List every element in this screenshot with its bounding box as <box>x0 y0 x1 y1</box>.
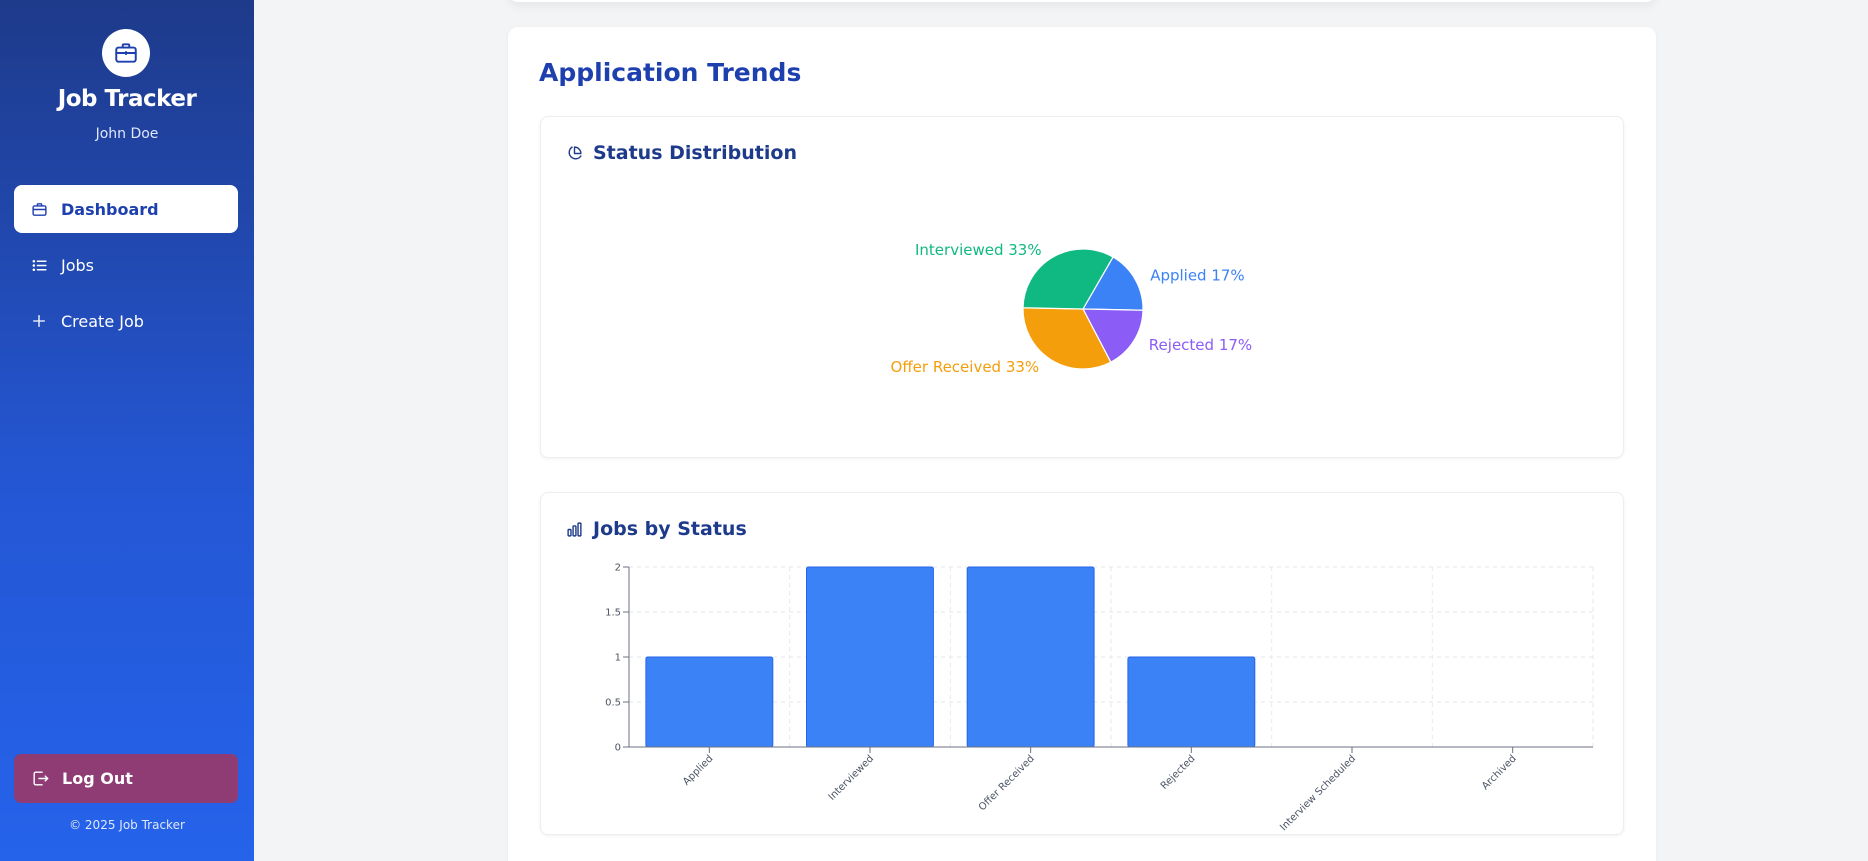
app-title: Job Tracker <box>57 86 197 112</box>
status-distribution-card: Status Distribution Applied 17% Rejected … <box>540 116 1624 458</box>
pie-chart: Applied 17% Rejected 17% Offer Received 33… <box>891 241 1253 376</box>
x-tick-label: Interview Scheduled <box>1278 753 1358 833</box>
bar-offer-received <box>966 566 1095 748</box>
nav-item-dashboard[interactable]: Dashboard <box>14 185 238 233</box>
sidebar: Job Tracker John Doe Dashboard Jobs Crea… <box>0 0 254 861</box>
nav-label: Dashboard <box>61 199 159 219</box>
user-name: John Doe <box>95 126 159 142</box>
copyright: © 2025 Job Tracker <box>69 818 185 832</box>
bar-interviewed <box>806 566 934 748</box>
previous-card-edge <box>508 0 1656 2</box>
pie-label: Rejected 17% <box>1149 336 1252 354</box>
pie-label: Applied 17% <box>1150 267 1245 285</box>
section-title: Application Trends <box>539 58 802 87</box>
bar-applied <box>645 656 774 748</box>
logout-label: Log Out <box>62 769 133 788</box>
y-tick-label: 0.5 <box>605 698 621 709</box>
pie-label: Interviewed 33% <box>915 241 1042 259</box>
x-tick-label: Archived <box>1480 753 1519 792</box>
y-tick-label: 1 <box>615 653 621 664</box>
nav-item-jobs[interactable]: Jobs <box>14 241 238 289</box>
grid <box>628 566 1594 748</box>
briefcase-icon <box>115 43 137 63</box>
logo <box>102 29 150 77</box>
jobs-by-status-card: Jobs by Status 0 0.5 1 1.5 2 Applied Interview… <box>540 492 1624 835</box>
briefcase-icon <box>30 200 48 218</box>
y-tick-label: 2 <box>615 563 621 574</box>
x-tick-label: Offer Received <box>977 753 1037 813</box>
y-tick-label: 0 <box>615 743 621 754</box>
y-tick-label: 1.5 <box>605 608 621 619</box>
logout-button[interactable]: Log Out <box>14 754 238 803</box>
nav-label: Jobs <box>61 255 94 275</box>
x-tick-label: Applied <box>681 753 715 787</box>
x-tick-label: Interviewed <box>827 753 876 802</box>
plus-icon <box>30 312 48 330</box>
pie-label: Offer Received 33% <box>891 358 1040 376</box>
logout-icon <box>30 769 50 789</box>
list-icon <box>30 256 48 274</box>
nav-label: Create Job <box>61 311 144 331</box>
x-tick-label: Rejected <box>1159 753 1198 792</box>
bar-rejected <box>1127 656 1256 748</box>
nav-item-create-job[interactable]: Create Job <box>14 297 238 345</box>
bar-chart: 0 0.5 1 1.5 2 Applied Interviewed Offer Receive… <box>605 563 1594 833</box>
